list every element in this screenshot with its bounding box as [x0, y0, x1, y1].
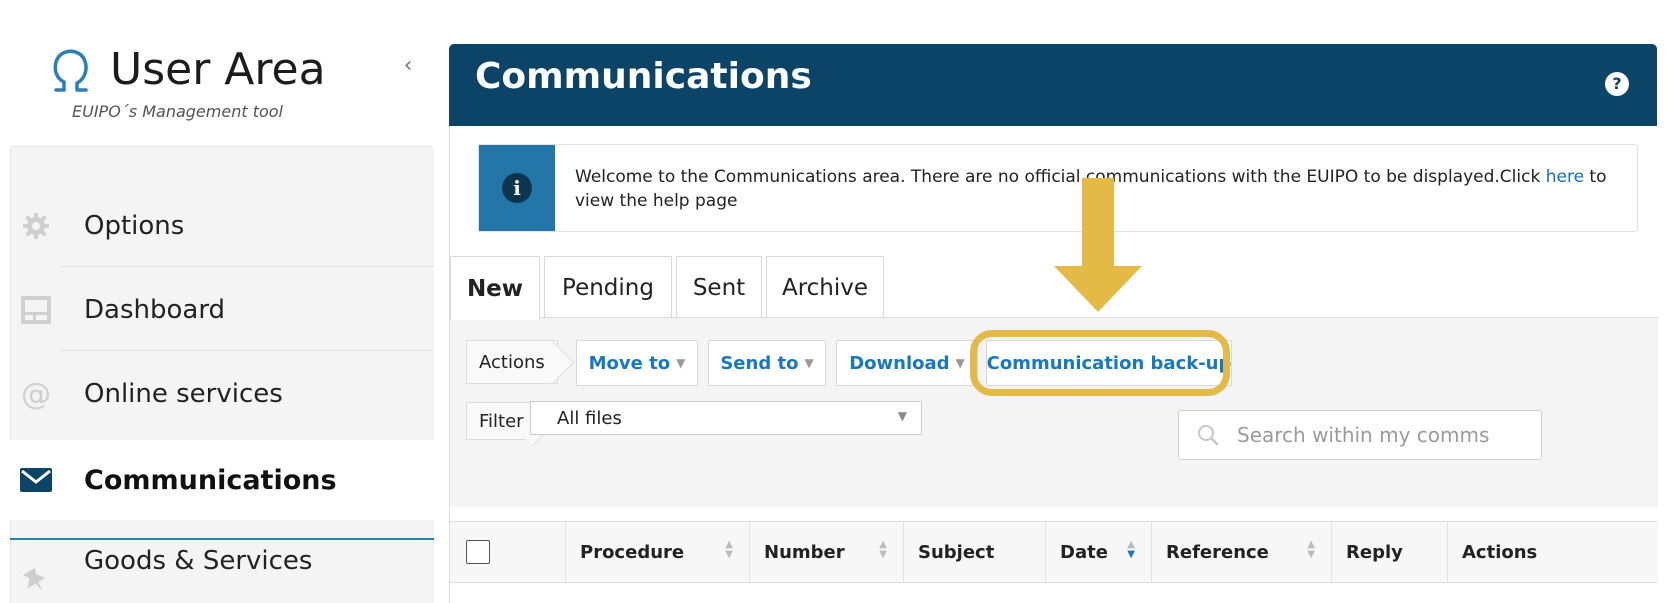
sidebar-item-communications[interactable]: Communications	[10, 440, 434, 520]
page-header: Communications ?	[449, 44, 1657, 126]
help-page-link[interactable]: here	[1546, 167, 1584, 187]
move-to-button[interactable]: Move to ▼	[576, 340, 698, 386]
logo-title: User Area	[110, 44, 326, 95]
pin-icon	[18, 562, 54, 598]
search-icon	[1198, 425, 1219, 446]
column-label: Number	[764, 541, 845, 563]
filter-select[interactable]: All files ▼	[530, 401, 922, 435]
actions-label-text: Actions	[479, 351, 545, 373]
tab-archive[interactable]: Archive	[766, 256, 884, 318]
column-label: Reply	[1346, 541, 1403, 563]
send-to-label: Send to	[720, 352, 799, 374]
column-header-date[interactable]: Date ▲ ▼	[1046, 522, 1152, 582]
search-input[interactable]	[1237, 421, 1527, 449]
column-header-actions: Actions	[1448, 522, 1658, 582]
column-label: Subject	[918, 541, 995, 563]
svg-text:@: @	[21, 377, 51, 411]
user-area-logo-icon	[53, 49, 88, 92]
search-field[interactable]	[1178, 410, 1542, 460]
logo-subtitle: EUIPO´s Management tool	[72, 102, 283, 121]
help-icon[interactable]: ?	[1605, 72, 1629, 96]
column-label: Procedure	[580, 541, 685, 563]
select-all-cell	[450, 522, 566, 582]
filter-label-text: Filter	[479, 410, 524, 432]
table-header: Procedure ▲ ▼ Number ▲ ▼ Subject Date ▲ ▼ R…	[450, 521, 1658, 583]
tab-sent[interactable]: Sent	[676, 256, 762, 318]
column-header-reply[interactable]: Reply	[1332, 522, 1448, 582]
tab-new[interactable]: New	[450, 256, 540, 320]
sort-descending-icon: ▲ ▼	[1127, 539, 1135, 560]
gear-icon	[18, 208, 54, 244]
tab-pending[interactable]: Pending	[544, 256, 672, 318]
actions-label: Actions	[466, 340, 558, 384]
download-label: Download	[849, 352, 950, 374]
column-header-subject[interactable]: Subject	[904, 522, 1046, 582]
collapse-sidebar-chevron-icon[interactable]: ‹	[398, 54, 418, 78]
sidebar-item-label: Goods & Services	[84, 546, 313, 576]
sidebar-item-options[interactable]: Options	[10, 186, 434, 266]
sidebar: User Area EUIPO´s Management tool ‹ Opti…	[0, 0, 440, 603]
sort-icon: ▲ ▼	[879, 539, 887, 560]
dashboard-icon	[18, 292, 54, 328]
info-icon: i	[479, 145, 555, 231]
envelope-icon	[18, 462, 54, 498]
main-panel: Communications ? i Welcome to the Commun…	[449, 44, 1669, 603]
column-header-reference[interactable]: Reference ▲ ▼	[1152, 522, 1332, 582]
sidebar-item-label: Communications	[84, 464, 337, 496]
sidebar-item-dashboard[interactable]: Dashboard	[10, 270, 434, 350]
move-to-label: Move to	[588, 352, 671, 374]
column-header-number[interactable]: Number ▲ ▼	[750, 522, 904, 582]
page-title: Communications	[475, 56, 812, 97]
communication-backup-button[interactable]: Communication back-up	[986, 340, 1232, 386]
sidebar-item-label: Dashboard	[84, 295, 226, 325]
divider	[60, 266, 434, 267]
send-to-button[interactable]: Send to ▼	[708, 340, 826, 386]
column-label: Actions	[1462, 541, 1538, 563]
communication-backup-label: Communication back-up	[986, 352, 1232, 374]
sort-icon: ▲ ▼	[725, 539, 733, 560]
download-button[interactable]: Download ▼	[836, 340, 978, 386]
annotation-arrow-icon	[1054, 178, 1142, 312]
user-area-logo[interactable]: User Area EUIPO´s Management tool	[48, 44, 348, 124]
sort-icon: ▲ ▼	[1307, 539, 1315, 560]
select-all-checkbox[interactable]	[466, 540, 490, 564]
sidebar-item-label: Options	[84, 211, 185, 241]
filter-select-value: All files	[557, 407, 622, 429]
filter-label: Filter	[466, 402, 538, 440]
caret-down-icon: ▼	[804, 356, 814, 370]
caret-down-icon: ▼	[676, 356, 686, 370]
chevron-down-icon: ▼	[897, 409, 907, 423]
sidebar-item-online-services[interactable]: @ Online services	[10, 354, 434, 434]
column-label: Date	[1060, 541, 1108, 563]
sidebar-item-label: Online services	[84, 379, 283, 409]
column-header-procedure[interactable]: Procedure ▲ ▼	[566, 522, 750, 582]
divider	[60, 350, 434, 351]
column-label: Reference	[1166, 541, 1269, 563]
caret-down-icon: ▼	[955, 356, 965, 370]
at-icon: @	[18, 376, 54, 412]
sidebar-item-goods-services[interactable]: Goods & Services	[10, 540, 434, 603]
content-area: i Welcome to the Communications area. Th…	[449, 126, 1658, 603]
toolbar-panel: Actions Move to ▼ Send to ▼ Download ▼ Comm…	[450, 317, 1658, 507]
